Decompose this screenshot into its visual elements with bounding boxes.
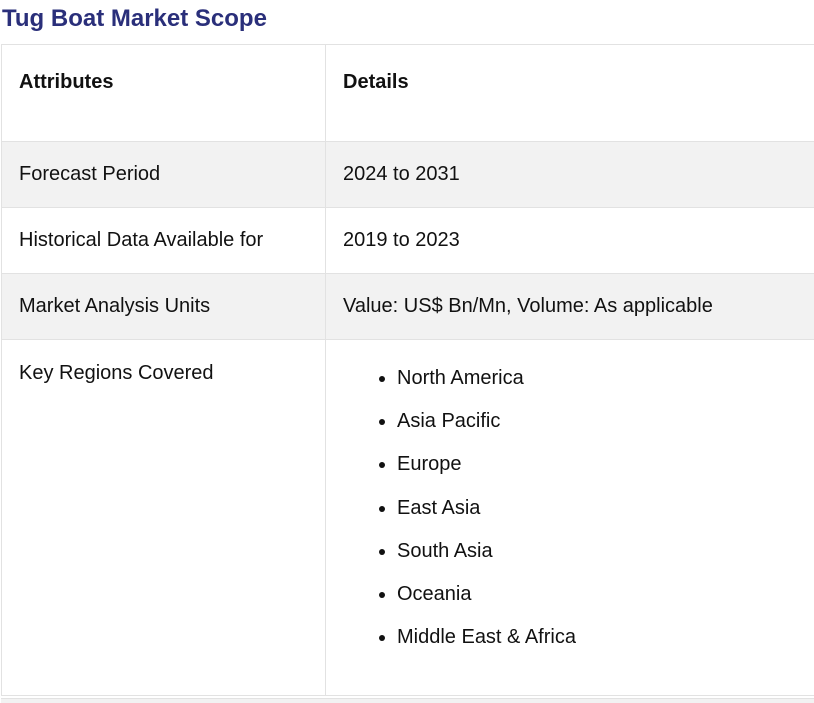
- next-row-edge: [1, 698, 814, 703]
- list-item: South Asia: [397, 539, 814, 563]
- list-item: Middle East & Africa: [397, 625, 814, 649]
- region-list: North America Asia Pacific Europe East A…: [343, 366, 814, 649]
- list-item: Oceania: [397, 582, 814, 606]
- table-row: Forecast Period 2024 to 2031: [2, 142, 814, 208]
- detail-cell-regions: North America Asia Pacific Europe East A…: [326, 340, 814, 696]
- market-scope-table: Attributes Details Forecast Period 2024 …: [1, 44, 814, 696]
- header-details: Details: [326, 45, 814, 142]
- list-item: North America: [397, 366, 814, 390]
- list-item: Europe: [397, 452, 814, 476]
- detail-cell: 2019 to 2023: [326, 208, 814, 274]
- table-header-row: Attributes Details: [2, 45, 814, 142]
- attribute-cell: Forecast Period: [2, 142, 326, 208]
- header-attributes: Attributes: [2, 45, 326, 142]
- table-row: Historical Data Available for 2019 to 20…: [2, 208, 814, 274]
- table-row-regions: Key Regions Covered North America Asia P…: [2, 340, 814, 696]
- list-item: East Asia: [397, 496, 814, 520]
- attribute-cell: Historical Data Available for: [2, 208, 326, 274]
- list-item: Asia Pacific: [397, 409, 814, 433]
- page-title: Tug Boat Market Scope: [2, 3, 267, 35]
- table-row: Market Analysis Units Value: US$ Bn/Mn, …: [2, 274, 814, 340]
- detail-cell: Value: US$ Bn/Mn, Volume: As applicable: [326, 274, 814, 340]
- attribute-cell: Market Analysis Units: [2, 274, 326, 340]
- attribute-cell: Key Regions Covered: [2, 340, 326, 696]
- detail-cell: 2024 to 2031: [326, 142, 814, 208]
